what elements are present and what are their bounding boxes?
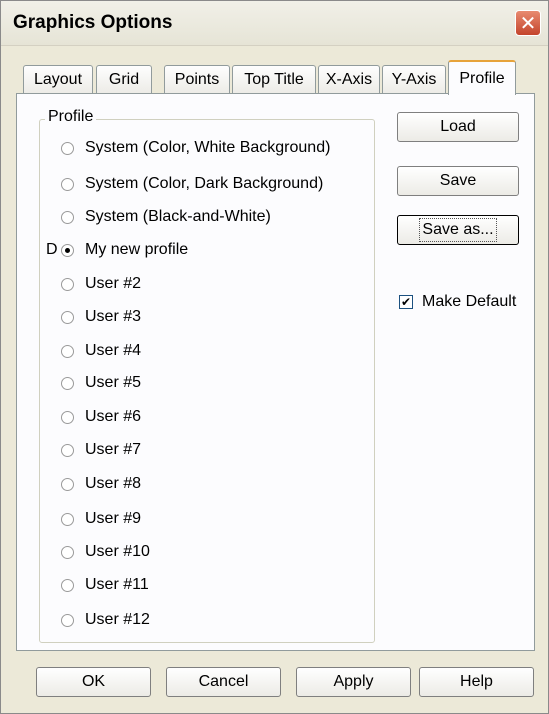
tab-label: Points <box>174 71 220 88</box>
save-button[interactable]: Save <box>397 166 519 196</box>
apply-button-label: Apply <box>333 673 374 690</box>
ok-button-label: OK <box>81 673 106 690</box>
radio-button-icon <box>61 344 74 358</box>
radio-label: User #7 <box>85 441 142 458</box>
radio-user-6[interactable]: User #6 <box>61 405 141 429</box>
radio-label: User #5 <box>85 374 142 391</box>
radio-button-icon <box>61 210 74 224</box>
radio-label: System (Black-and-White) <box>85 208 271 225</box>
radio-label: User #3 <box>85 308 142 325</box>
tab-label: Profile <box>459 69 505 87</box>
make-default-label: Make Default <box>422 293 517 310</box>
ok-button[interactable]: OK <box>36 667 151 697</box>
radio-button-icon <box>61 141 74 155</box>
window-title: Graphics Options <box>13 12 173 33</box>
tab-profile[interactable]: Profile <box>448 60 516 95</box>
tab-label: Y-Axis <box>391 71 437 88</box>
radio-label: User #6 <box>85 408 142 425</box>
radio-label: User #8 <box>85 475 142 492</box>
radio-label: User #2 <box>85 275 142 292</box>
radio-user-5[interactable]: User #5 <box>61 371 141 395</box>
graphics-options-dialog: Graphics Options ✕ Layout Grid Points To… <box>0 0 549 714</box>
profile-group-legend: Profile <box>45 108 97 126</box>
radio-user-7[interactable]: User #7 <box>61 438 141 462</box>
help-button[interactable]: Help <box>419 667 534 697</box>
cancel-button[interactable]: Cancel <box>166 667 281 697</box>
radio-button-icon <box>61 277 74 291</box>
default-profile-marker: D <box>46 241 58 258</box>
tab-top-title[interactable]: Top Title <box>232 65 316 94</box>
radio-system-black-white[interactable]: System (Black-and-White) <box>61 205 271 229</box>
radio-button-selected-icon <box>61 243 74 257</box>
radio-user-12[interactable]: User #12 <box>61 608 150 632</box>
save-as-button[interactable]: Save as... <box>397 215 519 245</box>
radio-my-new-profile[interactable]: My new profile <box>61 238 188 262</box>
radio-user-11[interactable]: User #11 <box>61 573 149 597</box>
radio-button-icon <box>61 310 74 324</box>
radio-button-icon <box>61 613 74 627</box>
tab-points[interactable]: Points <box>164 65 230 94</box>
radio-button-icon <box>61 177 74 191</box>
load-button-label: Load <box>440 118 476 135</box>
radio-user-3[interactable]: User #3 <box>61 305 141 329</box>
tab-label: Grid <box>108 71 140 88</box>
radio-user-4[interactable]: User #4 <box>61 339 141 363</box>
radio-button-icon <box>61 410 74 424</box>
radio-button-icon <box>61 512 74 526</box>
radio-label: User #10 <box>85 543 150 560</box>
radio-label: System (Color, Dark Background) <box>85 175 324 192</box>
radio-user-9[interactable]: User #9 <box>61 507 141 531</box>
radio-button-icon <box>61 545 74 559</box>
title-bar[interactable]: Graphics Options ✕ <box>1 1 548 46</box>
close-button[interactable]: ✕ <box>515 10 541 36</box>
save-button-label: Save <box>439 172 477 189</box>
radio-label: My new profile <box>85 241 189 258</box>
radio-user-10[interactable]: User #10 <box>61 540 150 564</box>
radio-user-8[interactable]: User #8 <box>61 472 141 496</box>
tab-label: Layout <box>33 71 83 88</box>
radio-system-color-dark[interactable]: System (Color, Dark Background) <box>61 172 323 196</box>
checkmark-icon: ✔ <box>399 295 413 309</box>
radio-button-icon <box>61 477 74 491</box>
radio-button-icon <box>61 376 74 390</box>
cancel-button-label: Cancel <box>198 673 249 690</box>
tab-grid[interactable]: Grid <box>96 65 152 94</box>
close-icon: ✕ <box>519 11 537 35</box>
radio-label: User #9 <box>85 510 142 527</box>
tab-label: X-Axis <box>325 71 373 88</box>
load-button[interactable]: Load <box>397 112 519 142</box>
radio-user-2[interactable]: User #2 <box>61 272 141 296</box>
tab-x-axis[interactable]: X-Axis <box>318 65 380 94</box>
tab-label: Top Title <box>244 71 304 88</box>
radio-label: User #11 <box>85 576 149 593</box>
radio-system-color-white[interactable]: System (Color, White Background) <box>61 136 330 160</box>
radio-label: User #4 <box>85 342 142 359</box>
tab-y-axis[interactable]: Y-Axis <box>382 65 446 94</box>
radio-button-icon <box>61 443 74 457</box>
radio-label: User #12 <box>85 611 150 628</box>
apply-button[interactable]: Apply <box>296 667 411 697</box>
save-as-button-label: Save as... <box>419 218 497 242</box>
make-default-checkbox[interactable]: ✔ Make Default <box>399 292 516 312</box>
radio-button-icon <box>61 578 74 592</box>
help-button-label: Help <box>460 673 493 690</box>
tab-layout[interactable]: Layout <box>23 65 93 94</box>
radio-label: System (Color, White Background) <box>85 139 331 156</box>
